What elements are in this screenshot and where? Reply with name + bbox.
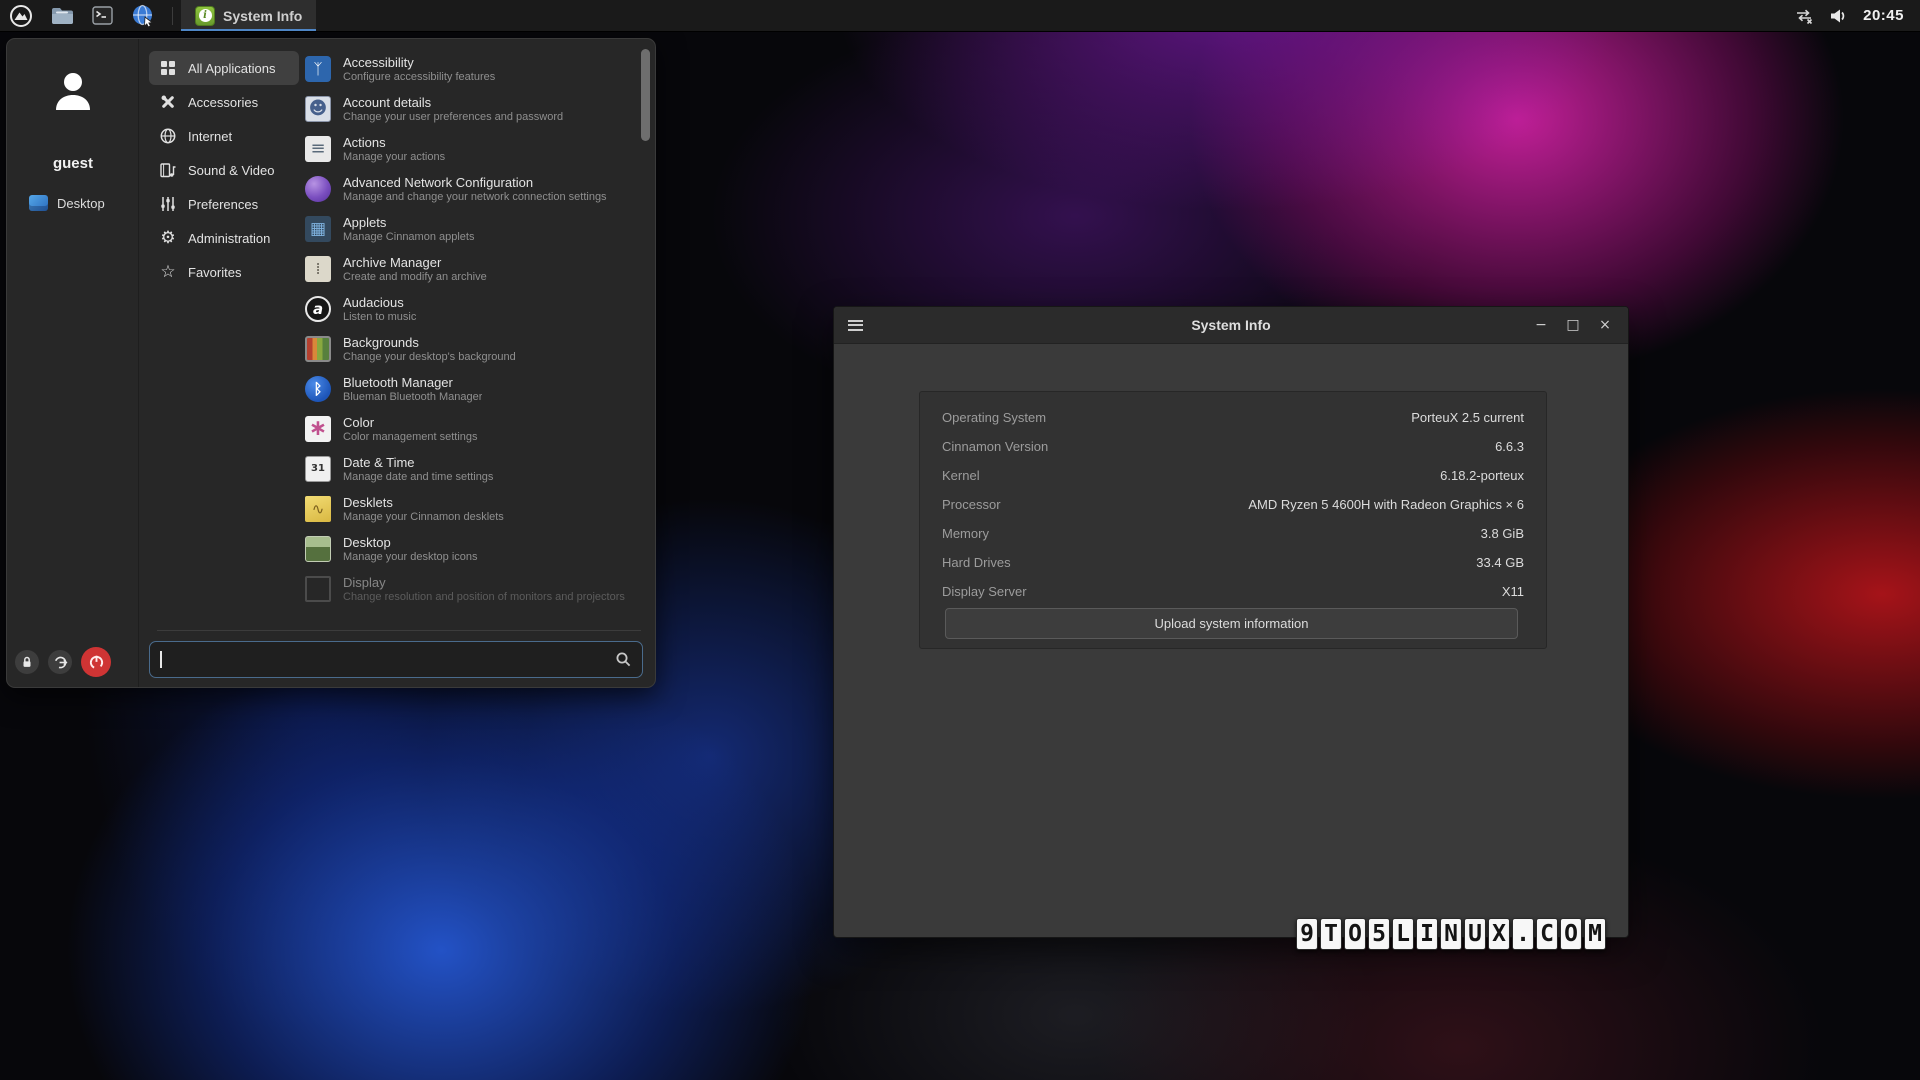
- audacious-icon: a: [305, 296, 331, 322]
- app-item-advanced-network-configuration[interactable]: Advanced Network ConfigurationManage and…: [299, 169, 637, 209]
- power-icon: [88, 654, 105, 671]
- category-internet[interactable]: Internet: [149, 119, 299, 153]
- volume-icon[interactable]: [1829, 7, 1848, 25]
- calendar-icon: 31: [305, 456, 331, 482]
- category-sound-video[interactable]: Sound & Video: [149, 153, 299, 187]
- accessories-icon: [158, 94, 178, 110]
- category-preferences[interactable]: Preferences: [149, 187, 299, 221]
- window-menu-icon[interactable]: [848, 320, 863, 331]
- info-row-processor: Processor AMD Ryzen 5 4600H with Radeon …: [942, 490, 1524, 519]
- display-icon: [305, 576, 331, 602]
- app-item-bluetooth-manager[interactable]: ᛒ Bluetooth ManagerBlueman Bluetooth Man…: [299, 369, 637, 409]
- menu-launcher-button[interactable]: [0, 0, 42, 31]
- info-row-hard-drives: Hard Drives 33.4 GB: [942, 548, 1524, 577]
- lock-icon: [20, 655, 34, 669]
- category-accessories[interactable]: Accessories: [149, 85, 299, 119]
- app-item-actions[interactable]: ≡ ActionsManage your actions: [299, 129, 637, 169]
- category-list: All Applications Accessories Internet: [149, 51, 299, 289]
- upload-system-information-button[interactable]: Upload system information: [945, 608, 1518, 639]
- logout-icon: [53, 655, 68, 670]
- app-item-color[interactable]: ∗ ColorColor management settings: [299, 409, 637, 449]
- app-item-archive-manager[interactable]: ⁞ Archive ManagerCreate and modify an ar…: [299, 249, 637, 289]
- backgrounds-icon: [305, 336, 331, 362]
- lock-button[interactable]: [15, 650, 39, 674]
- bluetooth-icon: ᛒ: [305, 376, 331, 402]
- app-item-accessibility[interactable]: ᛉ AccessibilityConfigure accessibility f…: [299, 49, 637, 89]
- system-info-window: System Info − □ × Operating System Porte…: [833, 306, 1629, 938]
- system-info-panel: Operating System PorteuX 2.5 current Cin…: [919, 391, 1547, 649]
- info-row-cinnamon-version: Cinnamon Version 6.6.3: [942, 432, 1524, 461]
- all-applications-icon: [158, 60, 178, 76]
- maximize-button[interactable]: □: [1560, 312, 1586, 338]
- panel-separator: [172, 7, 173, 25]
- search-input[interactable]: [149, 641, 643, 678]
- browser-launcher[interactable]: [122, 0, 164, 31]
- applets-icon: ▦: [305, 216, 331, 242]
- top-panel: i System Info 20:45: [0, 0, 1920, 32]
- category-favorites[interactable]: ☆ Favorites: [149, 255, 299, 289]
- terminal-launcher[interactable]: [83, 0, 122, 31]
- search-separator: [157, 630, 641, 631]
- logout-button[interactable]: [48, 650, 72, 674]
- info-row-memory: Memory 3.8 GiB: [942, 519, 1524, 548]
- app-list-scrollbar[interactable]: [641, 49, 650, 625]
- app-item-applets[interactable]: ▦ AppletsManage Cinnamon applets: [299, 209, 637, 249]
- file-manager-launcher[interactable]: [42, 0, 83, 31]
- folder-icon: [51, 6, 74, 26]
- archive-manager-icon: ⁞: [305, 256, 331, 282]
- category-all-applications[interactable]: All Applications: [149, 51, 299, 85]
- actions-icon: ≡: [305, 136, 331, 162]
- close-button[interactable]: ×: [1592, 312, 1618, 338]
- info-row-display-server: Display Server X11: [942, 577, 1524, 606]
- porteux-logo-icon: [9, 4, 33, 28]
- internet-globe-icon: [158, 128, 178, 144]
- info-row-operating-system: Operating System PorteuX 2.5 current: [942, 403, 1524, 432]
- taskbar-window-button[interactable]: i System Info: [181, 0, 316, 31]
- search-icon: [615, 651, 632, 668]
- sound-video-icon: [158, 162, 178, 178]
- session-buttons: [15, 647, 111, 677]
- desktop-settings-icon: [305, 536, 331, 562]
- desklets-icon: ∿: [305, 496, 331, 522]
- preferences-sliders-icon: [158, 196, 178, 212]
- administration-gear-icon: ⚙: [158, 228, 178, 248]
- app-item-backgrounds[interactable]: BackgroundsChange your desktop's backgro…: [299, 329, 637, 369]
- application-list: ᛉ AccessibilityConfigure accessibility f…: [299, 49, 637, 627]
- shutdown-button[interactable]: [81, 647, 111, 677]
- network-configuration-icon: [305, 176, 331, 202]
- app-item-audacious[interactable]: a AudaciousListen to music: [299, 289, 637, 329]
- web-browser-icon: [131, 4, 155, 28]
- accessibility-icon: ᛉ: [305, 56, 331, 82]
- account-details-icon: ☻: [305, 96, 331, 122]
- system-tray: 20:45: [1794, 0, 1920, 31]
- category-administration[interactable]: ⚙ Administration: [149, 221, 299, 255]
- app-item-display[interactable]: DisplayChange resolution and position of…: [299, 569, 637, 609]
- window-title: System Info: [834, 317, 1628, 333]
- terminal-icon: [92, 6, 113, 25]
- taskbar-window-label: System Info: [223, 8, 302, 24]
- text-caret: [160, 651, 162, 668]
- app-item-desklets[interactable]: ∿ DeskletsManage your Cinnamon desklets: [299, 489, 637, 529]
- panel-clock[interactable]: 20:45: [1863, 7, 1904, 24]
- minimize-button[interactable]: −: [1528, 312, 1554, 338]
- place-desktop[interactable]: Desktop: [23, 191, 111, 215]
- window-titlebar[interactable]: System Info − □ ×: [834, 307, 1628, 344]
- info-row-kernel: Kernel 6.18.2-porteux: [942, 461, 1524, 490]
- system-info-icon: i: [195, 6, 215, 26]
- app-item-desktop[interactable]: DesktopManage your desktop icons: [299, 529, 637, 569]
- app-item-account-details[interactable]: ☻ Account detailsChange your user prefer…: [299, 89, 637, 129]
- network-offline-icon[interactable]: [1794, 7, 1814, 25]
- desktop-place-icon: [29, 195, 48, 211]
- watermark-9to5linux: 9TO5LINUX.COM: [1296, 918, 1606, 950]
- favorites-star-icon: ☆: [158, 262, 178, 282]
- app-item-date-time[interactable]: 31 Date & TimeManage date and time setti…: [299, 449, 637, 489]
- username-label: guest: [7, 155, 139, 172]
- user-avatar[interactable]: [47, 65, 99, 117]
- color-management-icon: ∗: [305, 416, 331, 442]
- application-menu: guest Desktop: [6, 38, 656, 688]
- scrollbar-thumb[interactable]: [641, 49, 650, 141]
- menu-user-sidebar: guest Desktop: [7, 39, 139, 687]
